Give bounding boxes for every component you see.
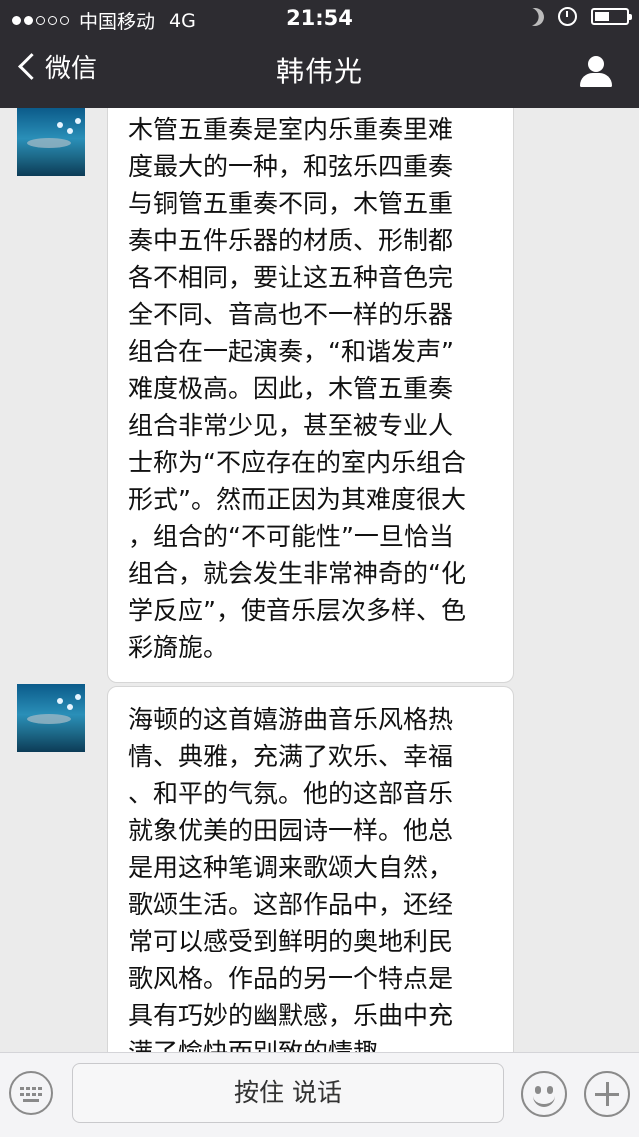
message-line: 具有巧妙的幽默感，乐曲中充 [128,1001,454,1030]
avatar-detail [57,698,63,704]
message-line: 奏中五件乐器的材质、形制都 [128,226,454,255]
alarm-icon [558,7,577,26]
message-line: 与铜管五重奏不同，木管五重 [128,189,454,218]
message-line: 海顿的这首嬉游曲音乐风格热 [128,705,454,734]
message-line: 木管五重奏是室内乐重奏里难 [128,115,454,144]
message-line: 就象优美的田园诗一样。他总 [128,816,454,845]
message-line: 学反应”，使音乐层次多样、色 [128,596,466,625]
chat-title: 韩伟光 [275,55,363,88]
message-line: 歌风格。作品的另一个特点是 [128,964,454,993]
message-line: 组合非常少见，甚至被专业人 [128,411,454,440]
smiley-mouth [533,1093,555,1107]
keyboard-toggle-button[interactable] [9,1071,53,1115]
keyboard-key [38,1087,42,1090]
message-bubble[interactable]: 海顿的这首嬉游曲音乐风格热 情、典雅，充满了欢乐、幸福 、和平的气氛。他的这部音… [107,686,514,1052]
message-line: 各不相同，要让这五种音色完 [128,263,454,292]
avatar[interactable] [17,108,85,176]
message-line: 士称为“不应存在的室内乐组合 [128,448,466,477]
message-line: 歌颂生活。这部作品中，还经 [128,890,454,919]
message-line: 彩旖旎。 [128,633,229,662]
status-bar: 中国移动 4G 21:54 [0,0,639,36]
message-line: 形式”。然而正因为其难度很大 [128,485,466,514]
message-line: 是用这种笔调来歌颂大自然， [128,853,454,882]
keyboard-key [20,1093,24,1096]
avatar-detail [75,118,81,124]
keyboard-key [26,1093,30,1096]
avatar-detail [75,694,81,700]
keyboard-icon [20,1087,24,1090]
emoji-button[interactable] [521,1071,567,1117]
message-line: 难度极高。因此，木管五重奏 [128,374,454,403]
top-bar: 中国移动 4G 21:54 微信 韩伟光 [0,0,639,108]
person-icon [580,73,612,87]
message-list[interactable]: 木管五重奏是室内乐重奏里难 度最大的一种，和弦乐四重奏 与铜管五重奏不同，木管五… [0,108,639,1052]
profile-button[interactable] [579,56,613,88]
keyboard-key [38,1093,42,1096]
hold-to-talk-button[interactable]: 按住 说话 [72,1063,504,1123]
message-line: ，组合的“不可能性”一旦恰当 [128,522,454,551]
person-icon-head [588,56,604,72]
keyboard-key [32,1087,36,1090]
nav-bar: 微信 韩伟光 [0,36,639,108]
battery-icon [591,8,632,25]
message-line: 情、典雅，充满了欢乐、幸福 [128,742,454,771]
keyboard-key [23,1099,39,1102]
avatar-image [27,714,71,724]
message-line: 常可以感受到鲜明的奥地利民 [128,927,454,956]
message-bubble[interactable]: 木管五重奏是室内乐重奏里难 度最大的一种，和弦乐四重奏 与铜管五重奏不同，木管五… [107,108,514,683]
keyboard-key [32,1093,36,1096]
avatar[interactable] [17,684,85,752]
moon-icon [523,5,546,28]
more-button[interactable] [584,1071,630,1117]
avatar-detail [67,704,73,710]
message-line: 全不同、音高也不一样的乐器 [128,300,454,329]
input-bar: 按住 说话 [0,1052,639,1137]
message-line: 组合，就会发生非常神奇的“化 [128,559,466,588]
message-line: 满了愉快而别致的情趣。 [128,1034,495,1052]
battery-fill [595,12,609,21]
message-line: 组合在一起演奏，“和谐发声” [128,337,454,366]
avatar-detail [57,122,63,128]
avatar-image [27,138,71,148]
avatar-detail [67,128,73,134]
message-line: 度最大的一种，和弦乐四重奏 [128,152,454,181]
keyboard-key [26,1087,30,1090]
status-right [523,5,632,28]
message-line: 、和平的气氛。他的这部音乐 [128,779,454,808]
